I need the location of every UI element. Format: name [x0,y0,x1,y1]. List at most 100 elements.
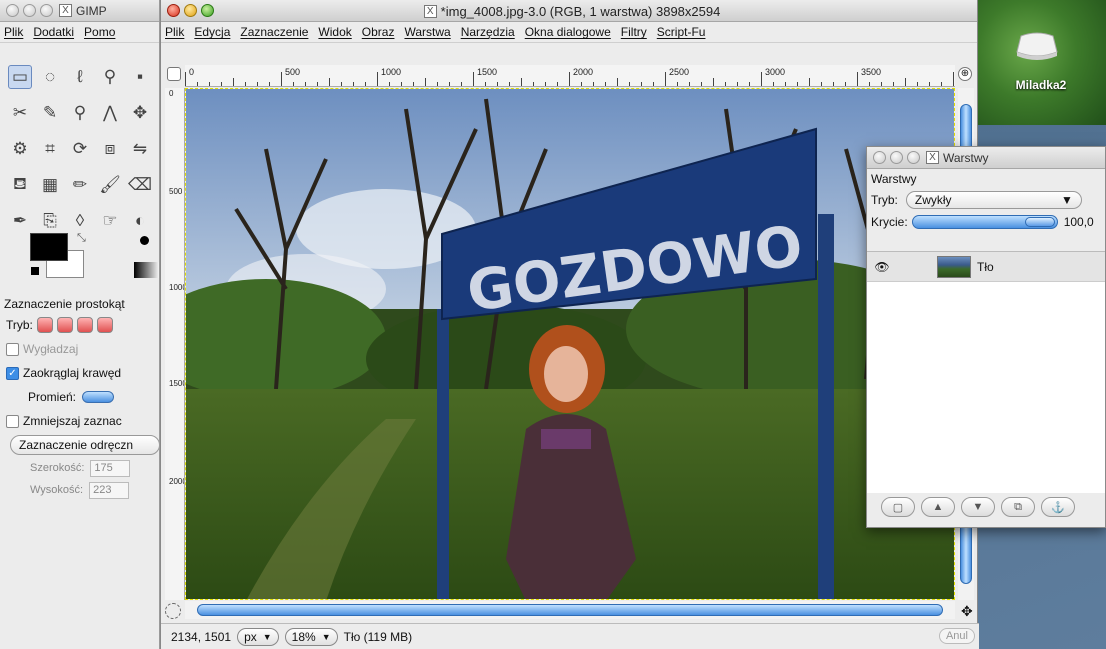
horizontal-ruler[interactable]: 0 500 1000 1500 2000 2500 3000 3500 [185,65,955,87]
layers-titlebar[interactable]: X Warstwy [867,147,1105,169]
smudge-tool-icon[interactable]: ☞ [98,209,122,233]
unit-select[interactable]: px ▼ [237,627,279,646]
zoom-tool-icon[interactable]: ⚲ [68,101,92,125]
image-canvas[interactable]: GOZDOWO [185,88,955,600]
zoom-to-fit-icon[interactable]: ⊕ [958,67,972,81]
clone-tool-icon[interactable]: ⎘ [38,209,62,233]
fixed-mode-combo[interactable]: Zaznaczenie odręczn [10,435,159,455]
round-corners-checkbox[interactable]: ✓ [6,366,19,380]
image-titlebar[interactable]: X *img_4008.jpg-3.0 (RGB, 1 warstwa) 389… [161,0,977,22]
radius-slider[interactable] [82,391,115,403]
close-icon[interactable] [167,4,180,17]
menu-dialogs[interactable]: Okna dialogowe [525,25,611,39]
fuzzy-select-tool-icon[interactable]: ⚲ [98,65,122,89]
shrink-checkbox[interactable] [6,414,19,428]
swap-colors-icon[interactable]: ⤡ [77,232,86,245]
zoom-select[interactable]: 18% ▼ [284,627,338,646]
chevron-down-icon: ▼ [262,631,272,642]
lower-layer-icon[interactable]: ▼ [961,497,995,517]
mode-replace-button[interactable] [36,317,53,333]
ruler-tick [725,82,726,86]
drive-label[interactable]: Miladka2 [1001,78,1081,92]
mode-intersect-button[interactable] [96,317,113,333]
flip-tool-icon[interactable]: ⇋ [128,137,152,161]
new-layer-icon[interactable]: ▢ [881,497,915,517]
horizontal-scrollbar[interactable] [185,601,955,619]
lasso-tool-icon[interactable]: ℓ [68,65,92,89]
zoom-icon[interactable] [907,151,920,164]
eraser-tool-icon[interactable]: ⌫ [128,173,152,197]
menu-help[interactable]: Pomo [84,25,115,39]
color-select-tool-icon[interactable]: ▪ [128,65,152,89]
horizontal-scroll-thumb[interactable] [197,604,943,616]
ellipse-select-tool-icon[interactable]: ◌ [38,65,62,89]
rect-select-tool-icon[interactable]: ▭ [8,65,32,89]
zoom-icon[interactable] [201,4,214,17]
close-icon[interactable] [873,151,886,164]
list-item[interactable]: 👁 Tło [867,252,1105,282]
opacity-value[interactable]: 100,0 [1064,215,1094,229]
round-corners-row[interactable]: ✓ Zaokrąglaj krawęd [0,361,159,385]
height-field[interactable]: 223 [89,481,130,499]
minimize-icon[interactable] [890,151,903,164]
opacity-knob[interactable] [1024,217,1055,227]
move-tool-icon[interactable]: ✥ [128,101,152,125]
vertical-ruler[interactable]: 0 500 1000 1500 2000 [165,88,185,600]
menu-extras[interactable]: Dodatki [33,25,74,39]
eye-icon[interactable]: 👁 [867,260,897,274]
mode-subtract-button[interactable] [76,317,93,333]
toolbox-titlebar[interactable]: X GIMP [0,0,159,22]
menu-layer[interactable]: Warstwa [404,25,450,39]
menu-filters[interactable]: Filtry [621,25,647,39]
menu-file[interactable]: Plik [4,25,23,39]
brush-preview-icon[interactable] [140,236,149,245]
gradient-preview-icon[interactable] [134,262,159,278]
width-field[interactable]: 175 [90,459,131,477]
layer-name[interactable]: Tło [977,260,994,274]
ruler-tick [665,72,666,86]
reset-colors-icon[interactable] [31,267,39,275]
menu-view[interactable]: Widok [318,25,351,39]
layer-mode-select[interactable]: Zwykły ▼ [905,191,1082,209]
blend-tool-icon[interactable]: ▦ [38,173,62,197]
minimize-icon[interactable] [184,4,197,17]
measure-tool-icon[interactable]: ⋀ [98,101,122,125]
statusbar: 2134, 1501 px ▼ 18% ▼ Tło (119 MB) Anul [161,623,979,649]
rotate-tool-icon[interactable]: ⟳ [68,137,92,161]
scissors-tool-icon[interactable]: ✂ [8,101,32,125]
foreground-color-swatch[interactable] [30,233,68,261]
dodge-tool-icon[interactable]: ◐ [128,209,152,233]
menu-file[interactable]: Plik [165,25,184,39]
perspective-tool-icon[interactable]: ⧈ [98,137,122,161]
minimize-icon[interactable] [23,4,36,17]
navigate-icon[interactable]: ✥ [961,603,973,620]
anchor-layer-icon[interactable]: ⚓ [1041,497,1075,517]
menu-tools[interactable]: Narzędzia [461,25,515,39]
menu-script-fu[interactable]: Script-Fu [657,25,706,39]
mode-add-button[interactable] [56,317,73,333]
crop-tool-icon[interactable]: ⌗ [38,137,62,161]
pointer-navigation-icon[interactable] [167,67,181,81]
zoom-icon[interactable] [40,4,53,17]
layer-list[interactable]: 👁 Tło [867,251,1105,493]
shrink-row[interactable]: Zmniejszaj zaznac [0,409,159,433]
pencil-tool-icon[interactable]: ✏ [68,173,92,197]
airbrush-tool-icon[interactable]: ✒ [8,209,32,233]
align-tool-icon[interactable]: ⚙ [8,137,32,161]
antialias-checkbox[interactable] [6,342,19,356]
close-icon[interactable] [6,4,19,17]
menu-edit[interactable]: Edycja [194,25,230,39]
duplicate-layer-icon[interactable]: ⧉ [1001,497,1035,517]
antialias-row[interactable]: Wygładzaj [0,337,159,361]
menu-select[interactable]: Zaznaczenie [240,25,308,39]
raise-layer-icon[interactable]: ▲ [921,497,955,517]
cancel-button[interactable]: Anul [938,628,975,644]
bucket-fill-tool-icon[interactable]: ⛾ [8,173,32,197]
opacity-slider[interactable] [911,215,1058,229]
drive-icon[interactable] [1013,28,1061,62]
quick-mask-icon[interactable] [165,603,181,619]
color-picker-tool-icon[interactable]: ✎ [38,101,62,125]
blur-tool-icon[interactable]: ◊ [68,209,92,233]
paintbrush-tool-icon[interactable]: 🖌 [98,173,122,197]
menu-image[interactable]: Obraz [362,25,395,39]
